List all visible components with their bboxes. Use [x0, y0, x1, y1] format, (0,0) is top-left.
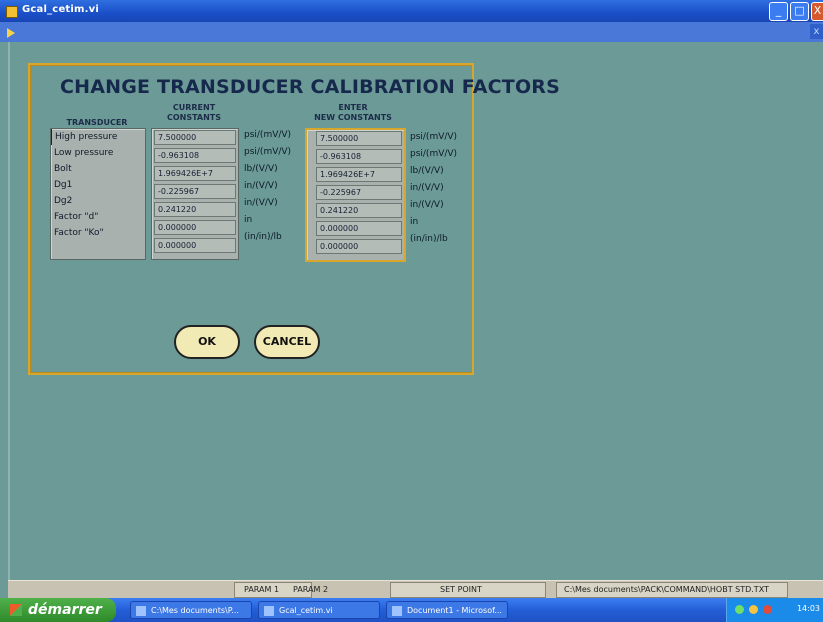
new-unit-label: lb/(V/V): [410, 166, 444, 176]
cancel-button[interactable]: CANCEL: [254, 325, 320, 359]
new-constant-value: -0.225967: [320, 188, 362, 197]
antivirus-icon[interactable]: [763, 605, 772, 614]
new-constant-value: 0.000000: [320, 242, 359, 251]
task-gcal[interactable]: Gcal_cetim.vi: [258, 601, 380, 619]
new-constant-value: 0.241220: [320, 206, 359, 215]
current-constant-value: -0.963108: [154, 148, 236, 163]
task-label: Gcal_cetim.vi: [279, 606, 333, 615]
new-unit-label: (in/in)/lb: [410, 234, 448, 244]
network-icon[interactable]: [735, 605, 744, 614]
panel-title: CHANGE TRANSDUCER CALIBRATION FACTORS: [60, 76, 561, 98]
status-setpoint: SET POINT: [440, 585, 482, 594]
new-constant-input[interactable]: 1.969426E+7: [316, 167, 402, 182]
transducer-item[interactable]: Dg2: [51, 193, 145, 209]
word-icon: [392, 606, 402, 616]
col-header-current: CURRENT CONSTANTS: [166, 103, 222, 122]
labview-app-icon: [6, 6, 18, 18]
transducer-item[interactable]: Factor "Ko": [51, 225, 145, 241]
current-constant-value: 0.241220: [154, 202, 236, 217]
task-label: C:\Mes documents\P...: [151, 606, 239, 615]
current-unit-label: psi/(mV/V): [244, 130, 292, 140]
window-controls: _ □ X: [769, 2, 823, 21]
clock: 14:03: [796, 604, 820, 613]
new-unit-label: in/(V/V): [410, 200, 444, 210]
task-explorer[interactable]: C:\Mes documents\P...: [130, 601, 252, 619]
new-constant-input[interactable]: 0.241220: [316, 203, 402, 218]
col-header-new: ENTER NEW CONSTANTS: [314, 103, 392, 122]
security-icon[interactable]: [749, 605, 758, 614]
status-path: C:\Mes documents\PACK\COMMAND\HOBT STD.T…: [564, 585, 769, 594]
new-constant-input[interactable]: 7.500000: [316, 131, 402, 146]
new-unit-label: in: [410, 217, 419, 227]
maximize-button[interactable]: □: [790, 2, 809, 21]
status-param1: PARAM 1: [244, 585, 280, 594]
start-label: démarrer: [28, 602, 102, 618]
transducer-item[interactable]: Factor "d": [51, 209, 145, 225]
new-unit-label: psi/(mV/V): [410, 149, 458, 159]
labview-icon: [264, 606, 274, 616]
task-label: Document1 - Microsof...: [407, 606, 502, 615]
current-unit-label: (in/in)/lb: [244, 232, 282, 242]
new-constant-value: -0.963108: [320, 152, 362, 161]
new-constant-value: 7.500000: [320, 134, 359, 143]
toolbar-close-icon[interactable]: x: [810, 24, 823, 39]
window-title: Gcal_cetim.vi: [22, 4, 99, 15]
windows-taskbar: démarrer C:\Mes documents\P... Gcal_ceti…: [0, 598, 823, 622]
windows-flag-icon: [10, 604, 22, 616]
new-constant-value: 0.000000: [320, 224, 359, 233]
current-constants-list: 7.500000 -0.963108 1.969426E+7 -0.225967 0.2…: [151, 128, 239, 260]
task-word[interactable]: Document1 - Microsof...: [386, 601, 508, 619]
status-param2: PARAM 2: [293, 585, 329, 594]
system-tray: 14:03: [726, 598, 823, 622]
new-constant-input[interactable]: -0.225967: [316, 185, 402, 200]
new-constant-input[interactable]: 0.000000: [316, 239, 402, 254]
transducer-item[interactable]: High pressure: [51, 129, 145, 145]
current-unit-label: psi/(mV/V): [244, 147, 292, 157]
current-unit-label: lb/(V/V): [244, 164, 278, 174]
current-constant-value: 0.000000: [154, 238, 236, 253]
current-constant-value: 1.969426E+7: [154, 166, 236, 181]
transducer-item[interactable]: Bolt: [51, 161, 145, 177]
close-button[interactable]: X: [811, 2, 823, 21]
folder-icon: [136, 606, 146, 616]
run-arrow-icon[interactable]: [7, 28, 15, 38]
current-constant-value: 7.500000: [154, 130, 236, 145]
vi-toolbar: x: [0, 22, 823, 42]
transducer-list[interactable]: High pressure Low pressure Bolt Dg1 Dg2 Facto…: [50, 128, 146, 260]
new-constant-input[interactable]: -0.963108: [316, 149, 402, 164]
current-unit-label: in: [244, 215, 253, 225]
transducer-item[interactable]: Low pressure: [51, 145, 145, 161]
minimize-button[interactable]: _: [769, 2, 788, 21]
current-unit-label: in/(V/V): [244, 198, 278, 208]
new-constant-input[interactable]: 0.000000: [316, 221, 402, 236]
new-constant-value: 1.969426E+7: [320, 170, 376, 179]
start-button[interactable]: démarrer: [0, 598, 116, 622]
new-unit-label: psi/(mV/V): [410, 132, 458, 142]
current-unit-label: in/(V/V): [244, 181, 278, 191]
window-titlebar: Gcal_cetim.vi _ □ X: [0, 0, 823, 22]
new-constants-list: 7.500000 -0.963108 1.969426E+7 -0.225967 0.2…: [305, 128, 406, 262]
current-constant-value: -0.225967: [154, 184, 236, 199]
status-bar: PARAM 1 PARAM 2 SET POINT C:\Mes documen…: [8, 580, 823, 599]
ok-button[interactable]: OK: [174, 325, 240, 359]
transducer-item[interactable]: Dg1: [51, 177, 145, 193]
new-unit-label: in/(V/V): [410, 183, 444, 193]
current-constant-value: 0.000000: [154, 220, 236, 235]
col-header-transducer: TRANSDUCER: [66, 118, 128, 127]
